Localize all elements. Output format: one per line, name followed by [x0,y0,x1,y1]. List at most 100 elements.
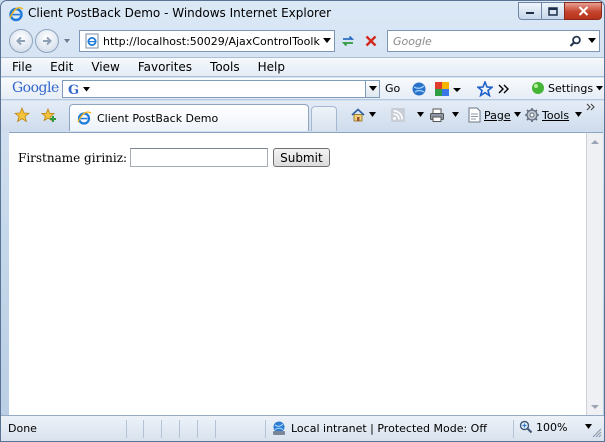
search-input[interactable] [388,32,565,50]
feeds-dropdown-icon [417,112,424,117]
intranet-globe-icon [273,421,285,435]
menu-file[interactable]: File [10,59,34,75]
more-chevron-icon[interactable] [498,81,510,97]
zoom-control[interactable]: 100% [519,420,593,434]
google-g-icon[interactable]: G [63,81,83,97]
forward-arrow-icon [43,36,52,46]
scroll-up-arrow-icon[interactable] [591,138,599,146]
firstname-input[interactable] [130,148,269,167]
print-button[interactable] [429,107,460,123]
address-bar[interactable]: http://localhost:50029/AjaxControlToolki… [79,30,335,52]
title-bar[interactable]: Client PostBack Demo - Windows Internet … [1,1,604,27]
new-tab-button[interactable] [311,106,337,131]
address-bar-row: http://localhost:50029/AjaxControlToolki… [1,27,604,57]
google-settings-button[interactable]: Settings [531,81,604,95]
add-to-favorites-icon[interactable] [41,107,57,123]
google-history-dropdown-icon[interactable] [365,81,379,97]
tools-dropdown-icon [575,112,583,117]
menu-favorites[interactable]: Favorites [136,59,194,75]
maximize-icon [548,6,558,16]
forward-button[interactable] [35,29,59,53]
menu-view[interactable]: View [89,59,121,75]
feeds-button[interactable] [390,107,425,123]
search-icon [569,35,581,47]
submit-button[interactable]: Submit [273,148,330,167]
home-dropdown-icon [369,112,376,117]
close-button[interactable] [564,2,602,20]
svg-text:G: G [68,83,79,96]
gear-icon [525,108,539,122]
resize-grip-icon[interactable] [592,428,602,438]
zoom-level: 100% [536,420,568,434]
firstname-form: Firstname giriniz: Submit [18,148,330,167]
close-icon [578,6,588,16]
menu-bar: File Edit View Favorites Tools Help [1,57,604,77]
recent-pages-dropdown-icon[interactable] [63,37,71,45]
print-dropdown-icon [452,112,459,117]
home-icon [351,108,365,122]
google-search-input[interactable] [92,81,365,97]
google-g-dropdown-icon[interactable] [83,86,92,92]
browser-window: Client PostBack Demo - Windows Internet … [0,0,605,442]
page-icon [85,33,99,49]
status-divider [179,420,180,438]
tab-row: Client PostBack Demo Page Tools [1,101,604,131]
stop-icon [365,35,377,47]
printer-icon [430,108,444,122]
search-box[interactable] [387,30,600,52]
page-content: Firstname giriniz: Submit [9,132,586,415]
status-bar: Done Local intranet | Protected Mode: Of… [1,415,604,441]
status-text: Done [8,422,37,435]
tab-client-postback-demo[interactable]: Client PostBack Demo [69,104,309,131]
favorites-center-icon[interactable] [14,107,30,123]
back-arrow-icon [16,36,25,46]
page-menu-button[interactable]: Page [467,107,522,123]
status-divider [215,420,216,438]
menu-help[interactable]: Help [256,59,287,75]
rss-feed-icon [391,108,405,122]
scroll-down-arrow-icon[interactable] [591,403,599,411]
tools-menu-button[interactable]: Tools [524,107,583,123]
page-menu-label: Page [484,108,511,122]
google-toolbar: Google G Go Settings [1,78,604,100]
internet-explorer-icon [9,6,24,22]
status-divider [161,420,162,438]
back-button[interactable] [9,29,33,53]
maximize-button[interactable] [541,2,565,20]
settings-dropdown-icon [596,85,604,90]
refresh-icon [341,35,355,47]
window-title: Client PostBack Demo - Windows Internet … [28,6,332,20]
stop-button[interactable] [361,31,381,51]
tab-label: Client PostBack Demo [97,111,219,125]
status-divider [126,420,127,438]
status-divider [265,420,266,438]
address-dropdown-icon[interactable] [320,38,334,44]
refresh-button[interactable] [338,31,358,51]
google-bookmarks-icon[interactable] [434,81,450,97]
security-zone-label: Local intranet | Protected Mode: Off [291,421,487,435]
green-ball-icon [532,82,544,94]
menu-tools[interactable]: Tools [208,59,242,75]
vertical-scrollbar[interactable] [586,132,603,415]
page-menu-icon [468,107,481,123]
google-logo[interactable]: Google [12,80,59,96]
page-dropdown-icon [513,112,521,117]
search-button[interactable] [565,35,585,48]
star-bookmark-icon[interactable] [477,81,493,97]
google-go-button[interactable]: Go [385,82,400,95]
status-divider [197,420,198,438]
bookmarks-dropdown-icon[interactable] [453,81,461,97]
home-button[interactable] [350,107,377,123]
globe-icon[interactable] [411,81,427,97]
settings-label: Settings [548,81,594,95]
menu-edit[interactable]: Edit [48,59,75,75]
address-url: http://localhost:50029/AjaxControlToolki… [103,34,320,48]
search-options-dropdown-icon[interactable] [585,38,599,44]
minimize-icon [526,12,534,14]
security-zone[interactable]: Local intranet | Protected Mode: Off [271,420,487,436]
google-search-field[interactable]: G [62,80,380,98]
status-divider [143,420,144,438]
toolbar-overflow-chevron-icon[interactable] [586,103,596,112]
status-divider [513,420,514,438]
minimize-button[interactable] [518,2,542,20]
